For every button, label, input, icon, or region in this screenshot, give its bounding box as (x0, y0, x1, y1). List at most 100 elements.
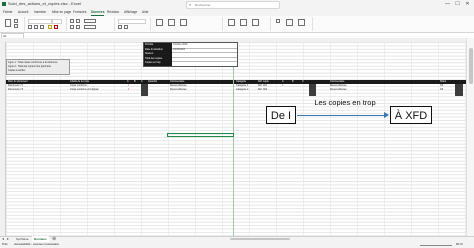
vertical-scrollbar[interactable] (466, 38, 474, 236)
format-cells-icon[interactable] (252, 19, 259, 26)
format-as-table-icon[interactable] (168, 19, 175, 26)
cell-styles-icon[interactable] (180, 19, 187, 26)
tab-page-layout[interactable]: Mise en page (52, 10, 71, 15)
tab-review[interactable]: Révision (107, 10, 119, 15)
tab-formulas[interactable]: Formules (73, 10, 86, 15)
percent-icon[interactable] (118, 25, 122, 29)
sort-filter-icon[interactable] (286, 19, 293, 26)
arrow-label: Les copies en trop (314, 98, 376, 107)
search-placeholder: Rechercher (195, 3, 211, 7)
ribbon-group-font (26, 17, 67, 31)
fill-color-icon[interactable] (48, 25, 52, 29)
table-row: Document n°1 Copie conforme 1 Renvoi eff… (6, 84, 233, 96)
paste-icon[interactable] (5, 19, 11, 27)
left-header-cell: B (134, 80, 136, 83)
left-header-cell: A (127, 80, 129, 83)
tab-home[interactable]: Accueil (18, 10, 28, 15)
dark-cell-block (455, 84, 463, 96)
font-size-dropdown[interactable] (52, 19, 62, 24)
ribbon-group-cells (224, 17, 271, 31)
excel-logo-icon (2, 2, 6, 6)
minimize-button[interactable]: — (443, 1, 452, 8)
merge-center-icon[interactable] (84, 25, 96, 29)
right-header-cell: Catégorie (236, 80, 247, 83)
number-format-dropdown[interactable] (118, 19, 146, 24)
tab-insert[interactable]: Insertion (34, 10, 46, 15)
note-box: Ligne 1 : Total copies conformes à la ré… (6, 59, 70, 75)
dark-cell-block (309, 84, 316, 96)
font-color-icon[interactable] (54, 25, 58, 29)
cell-grid[interactable] (6, 42, 466, 236)
table-cell[interactable]: Catégorie 2 (236, 88, 258, 91)
table-cell[interactable]: Réf. 002 (258, 88, 280, 91)
arrow-line (297, 115, 386, 116)
copy-icon[interactable] (14, 24, 18, 28)
zoom-slider[interactable] (420, 245, 452, 246)
italic-icon[interactable] (34, 25, 38, 29)
info-box: Période Octobre 2024 Date d'extraction 1… (143, 42, 238, 67)
table-cell[interactable]: 1 (282, 84, 283, 87)
thousands-icon[interactable] (124, 25, 128, 29)
table-cell[interactable]: Renvoi effectué (330, 84, 370, 87)
to-column-box: À XFD (390, 106, 432, 124)
table-cell[interactable]: OK (440, 84, 443, 87)
cut-icon[interactable] (14, 19, 18, 23)
ribbon-group-alignment (68, 17, 115, 31)
align-top-icon[interactable] (70, 19, 74, 23)
align-left-icon[interactable] (70, 25, 74, 29)
tab-file[interactable]: Fichier (3, 10, 13, 15)
delete-cells-icon[interactable] (240, 19, 247, 26)
maximize-button[interactable]: ☐ (453, 1, 462, 8)
note-line: Ligne 2 : Total des copies hors périmètr… (8, 65, 52, 68)
table-cell[interactable]: OK (440, 88, 443, 91)
left-header-cell: Commentaire (170, 80, 185, 83)
font-name-dropdown[interactable] (28, 19, 52, 24)
table-cell[interactable]: Renvoi effectué (330, 88, 370, 91)
table-cell[interactable]: Réf. 001 (258, 84, 280, 87)
table-cell[interactable]: Document n°2 (8, 88, 63, 91)
tab-help[interactable]: Aide (142, 10, 148, 15)
right-header-cell: A (282, 80, 284, 83)
right-header-cell: C (302, 80, 304, 83)
table-cell[interactable]: Copie conforme à l'original (70, 88, 125, 91)
search-icon: ⌕ (189, 2, 192, 7)
table-cell[interactable]: Copie conforme (70, 84, 125, 87)
left-header-cell: Quantité (148, 80, 158, 83)
left-header-cell: Libellé de la copie (70, 80, 90, 83)
zoom-level[interactable]: 60 % (456, 243, 463, 246)
ribbon-group-editing (272, 17, 313, 31)
tab-view[interactable]: Affichage (124, 10, 137, 15)
insert-cells-icon[interactable] (228, 19, 235, 26)
status-text: Prêt (2, 243, 8, 246)
left-header-cell: C (141, 80, 143, 83)
ribbon-group-clipboard (2, 17, 25, 31)
align-center-icon[interactable] (76, 25, 80, 29)
wrap-text-icon[interactable] (84, 19, 96, 23)
autosum-icon[interactable] (276, 19, 280, 23)
table-cell[interactable]: Catégorie 1 (236, 84, 258, 87)
right-header-cell: Statut (440, 80, 447, 83)
find-select-icon[interactable] (298, 19, 305, 26)
bold-icon[interactable] (28, 25, 32, 29)
left-header-cell: Nom du document (8, 80, 28, 83)
horizontal-scrollbar[interactable] (230, 238, 290, 240)
right-header-cell: Commentaire (330, 80, 345, 83)
freeze-pane-line (233, 42, 234, 236)
accessibility-status[interactable]: Accessibilité : examen nécessaire (14, 243, 74, 246)
ribbon-group-styles (152, 17, 223, 31)
right-header-cell: B (292, 80, 294, 83)
table-cell[interactable]: Document n°1 (8, 84, 63, 87)
info-row-extra: Copies en trop (144, 61, 237, 66)
align-middle-icon[interactable] (76, 19, 80, 23)
scroll-thumb[interactable] (469, 48, 473, 84)
table-cell[interactable]: 1 (128, 88, 129, 91)
selected-cell[interactable] (167, 133, 234, 137)
close-button[interactable]: ✕ (463, 1, 472, 8)
note-line: Copies à vérifier (8, 69, 26, 72)
underline-icon[interactable] (40, 25, 44, 29)
search-box[interactable]: ⌕ Rechercher (186, 1, 280, 9)
table-cell[interactable]: 1 (128, 84, 129, 87)
conditional-format-icon[interactable] (156, 19, 163, 26)
table-cell[interactable]: Renvoi effectué (170, 88, 230, 91)
table-cell[interactable]: Renvoi effectué (170, 84, 230, 87)
